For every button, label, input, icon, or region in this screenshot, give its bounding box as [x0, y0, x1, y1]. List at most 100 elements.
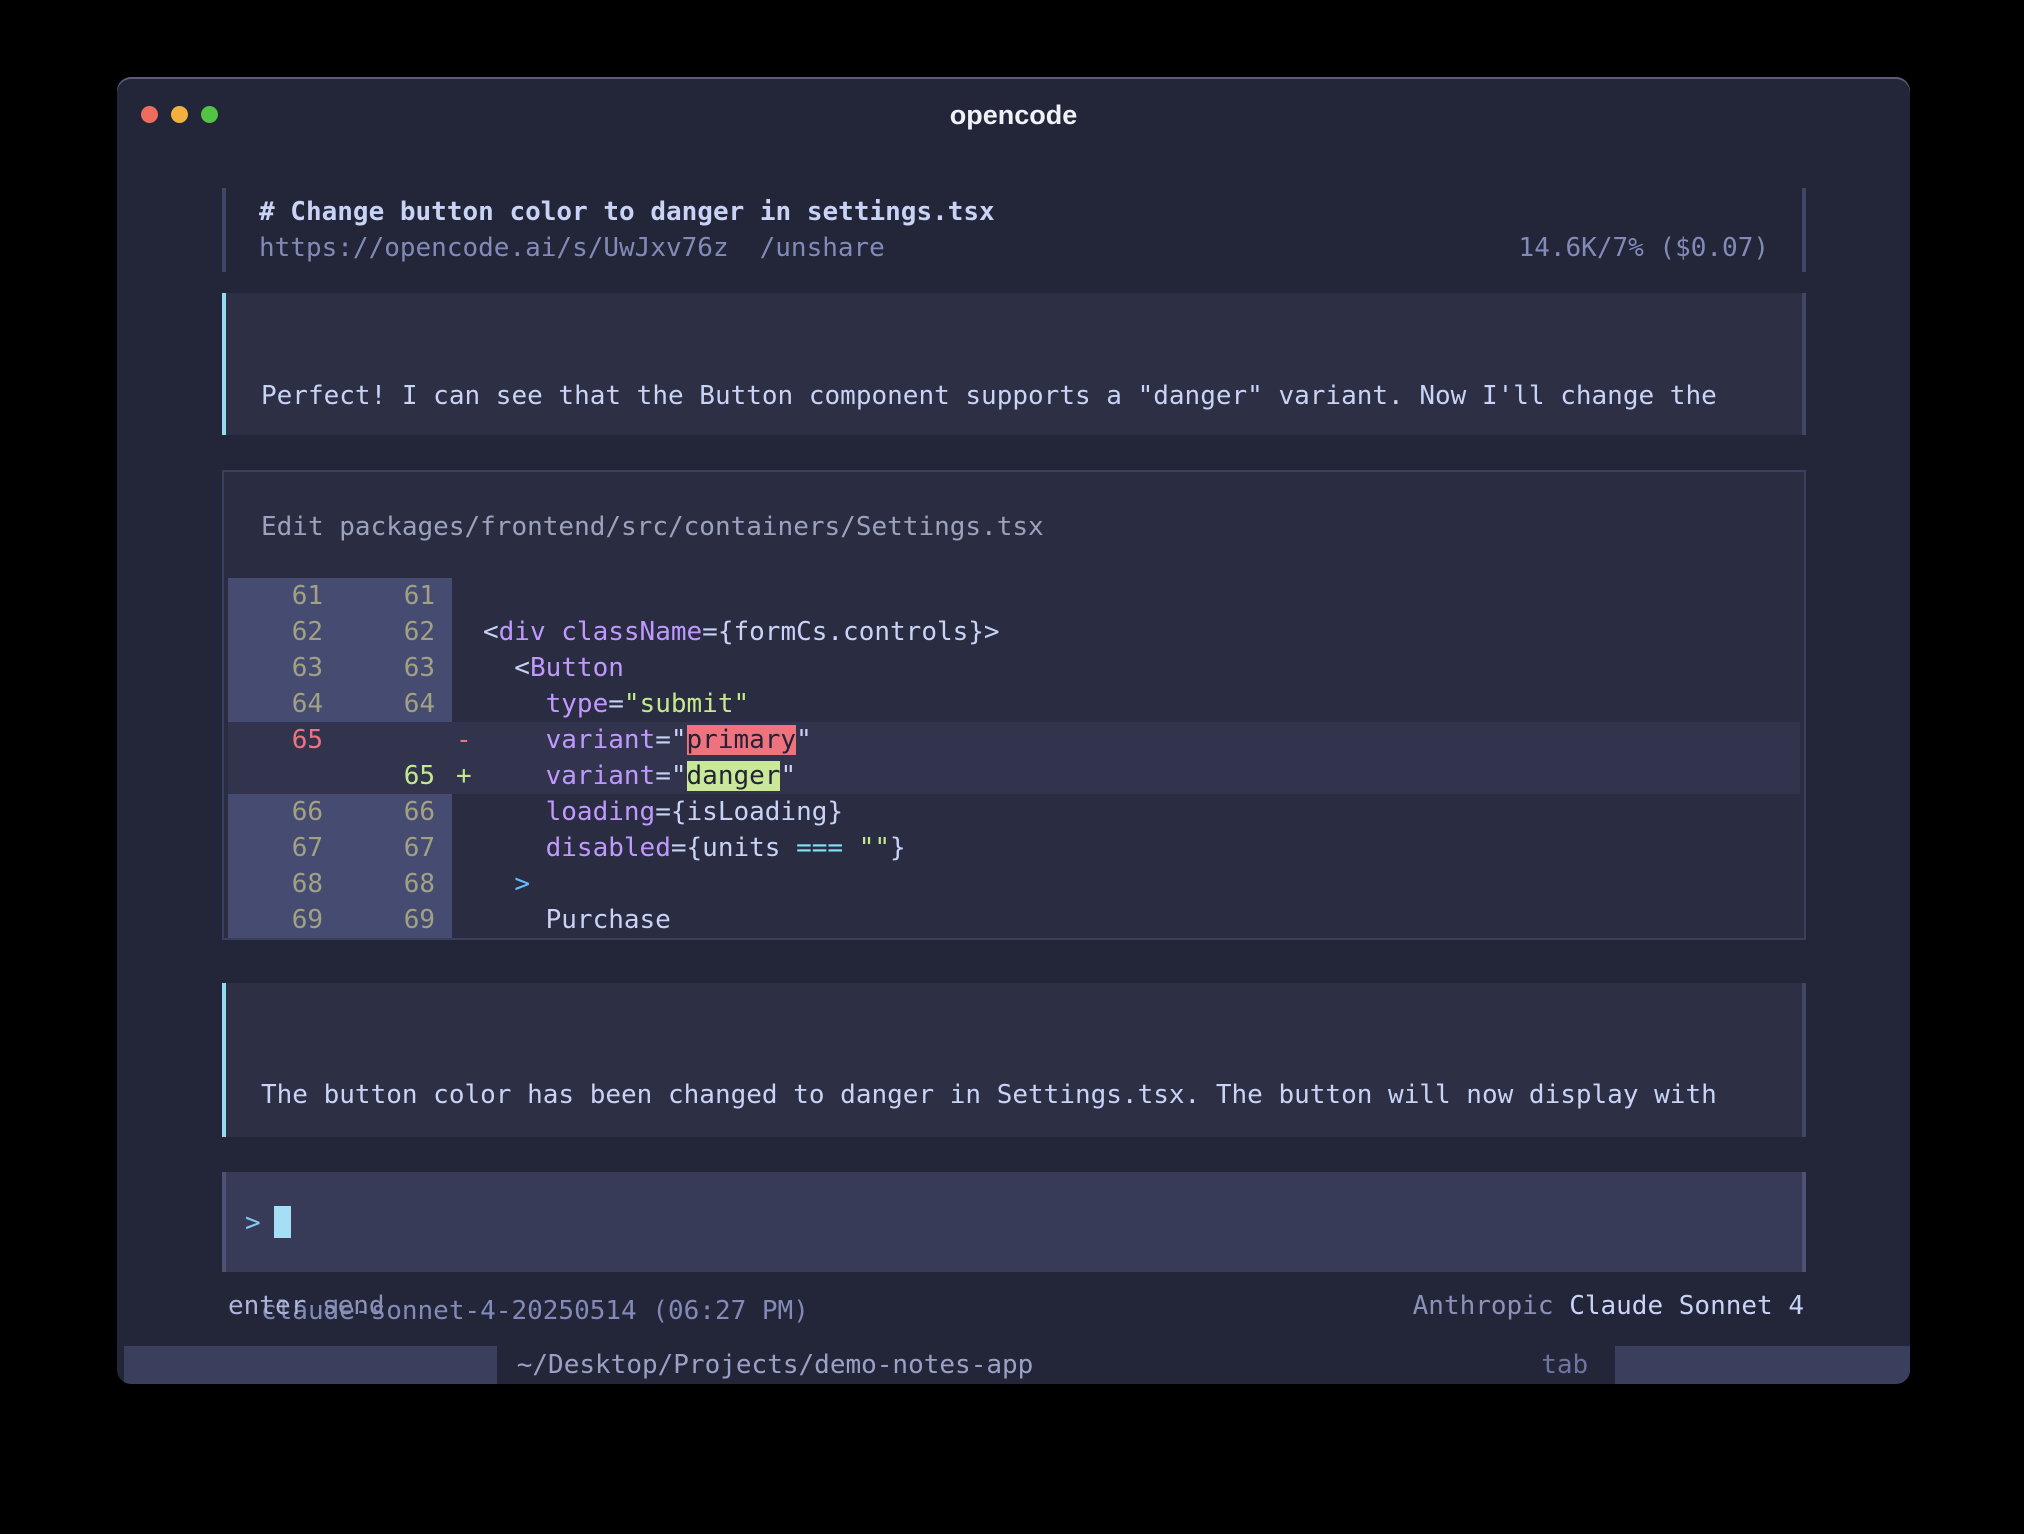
diff-code-line: type="submit"	[483, 686, 1800, 722]
diff-change-marker: +	[452, 758, 483, 794]
code-token: variant	[546, 761, 656, 791]
code-token: ""	[859, 833, 890, 863]
diff-row: 6868 >	[228, 866, 1800, 902]
code-token	[546, 617, 562, 647]
diff-old-lineno: 64	[228, 686, 340, 722]
token-cost-stats: 14.6K/7% ($0.07)	[1519, 230, 1769, 266]
enter-key-hint: enter	[228, 1291, 306, 1321]
diff-code-line: loading={isLoading}	[483, 794, 1800, 830]
diff-code-line	[483, 578, 1800, 614]
code-token: variant	[546, 725, 656, 755]
diff-view: 61616262<div className={formCs.controls}…	[228, 578, 1800, 938]
diff-change-marker	[452, 614, 483, 650]
diff-change-marker	[452, 650, 483, 686]
session-subheader: https://opencode.ai/s/UwJxv76z /unshare …	[259, 230, 1769, 266]
diff-new-lineno	[340, 722, 452, 758]
diff-new-lineno: 67	[340, 830, 452, 866]
code-token	[483, 797, 546, 827]
code-token: ="	[655, 761, 686, 791]
code-token: div	[499, 617, 546, 647]
edit-tool-card: Edit packages/frontend/src/containers/Se…	[222, 470, 1806, 940]
diff-change-marker	[452, 578, 483, 614]
titlebar: opencode	[117, 77, 1910, 135]
tab-key-hint[interactable]: tab	[1541, 1346, 1588, 1384]
edit-tool-title: Edit packages/frontend/src/containers/Se…	[261, 509, 1804, 545]
diff-old-lineno: 68	[228, 866, 340, 902]
unshare-command[interactable]: /unshare	[760, 230, 885, 266]
send-hint: enter send	[228, 1288, 385, 1324]
code-token: "submit"	[624, 689, 749, 719]
diff-code-line: variant="danger"	[483, 758, 1800, 794]
status-bar: opencodev0.3.11 ~/Desktop/Projects/demo-…	[117, 1346, 1910, 1384]
app-version-chip: opencodev0.3.11	[124, 1346, 497, 1384]
diff-old-lineno: 63	[228, 650, 340, 686]
code-token: <	[483, 653, 530, 683]
code-token: "	[796, 725, 812, 755]
diff-new-lineno: 63	[340, 650, 452, 686]
diff-row: 6363 <Button	[228, 650, 1800, 686]
diff-old-lineno: 69	[228, 902, 340, 938]
code-token: ="	[655, 725, 686, 755]
diff-new-lineno: 66	[340, 794, 452, 830]
code-token: Purchase	[483, 905, 671, 935]
mode-chip[interactable]: BUILDMODE	[1615, 1346, 1910, 1384]
diff-code-line: <div className={formCs.controls}>	[483, 614, 1800, 650]
provider-name: Anthropic	[1413, 1291, 1554, 1321]
code-token	[483, 833, 546, 863]
code-token: disabled	[546, 833, 671, 863]
code-token: className	[561, 617, 702, 647]
diff-old-lineno: 67	[228, 830, 340, 866]
diff-change-marker	[452, 902, 483, 938]
diff-code-line: Purchase	[483, 902, 1800, 938]
code-token	[483, 725, 546, 755]
code-token: loading	[546, 797, 656, 827]
diff-old-lineno: 66	[228, 794, 340, 830]
code-token: "	[780, 761, 796, 791]
prompt-input[interactable]: >	[222, 1172, 1806, 1272]
diff-row: 6464 type="submit"	[228, 686, 1800, 722]
diff-code-line: disabled={units === ""}	[483, 830, 1800, 866]
diff-change-marker	[452, 686, 483, 722]
diff-change-marker	[452, 866, 483, 902]
diff-new-lineno: 68	[340, 866, 452, 902]
diff-old-lineno	[228, 758, 340, 794]
code-token	[843, 833, 859, 863]
code-token: ={isLoading}	[655, 797, 843, 827]
code-token: ===	[796, 833, 843, 863]
diff-change-marker	[452, 794, 483, 830]
code-token: danger	[687, 761, 781, 791]
prompt-chevron: >	[245, 1208, 261, 1238]
statusbar-spacer	[1033, 1346, 1541, 1384]
diff-row: 65 - variant="primary"	[228, 722, 1800, 758]
code-token: primary	[687, 725, 797, 755]
diff-row: 6969 Purchase	[228, 902, 1800, 938]
code-token	[483, 869, 514, 899]
diff-old-lineno: 65	[228, 722, 340, 758]
diff-row: 6767 disabled={units === ""}	[228, 830, 1800, 866]
diff-old-lineno: 61	[228, 578, 340, 614]
diff-new-lineno: 62	[340, 614, 452, 650]
model-name: Claude Sonnet 4	[1569, 1291, 1804, 1321]
app-window: opencode # Change button color to danger…	[117, 77, 1910, 1384]
code-token: <	[483, 617, 499, 647]
code-token	[483, 761, 546, 791]
code-token: type	[546, 689, 609, 719]
diff-new-lineno: 61	[340, 578, 452, 614]
hint-row: enter send Anthropic Claude Sonnet 4	[228, 1288, 1804, 1324]
code-token: ={units	[671, 833, 796, 863]
code-token: >	[514, 869, 530, 899]
share-url-link[interactable]: https://opencode.ai/s/UwJxv76z	[259, 230, 729, 266]
message-text-line: The button color has been changed to dan…	[261, 1077, 1802, 1113]
assistant-message: Perfect! I can see that the Button compo…	[222, 293, 1806, 435]
text-cursor	[274, 1206, 291, 1238]
diff-old-lineno: 62	[228, 614, 340, 650]
code-token: ={formCs.controls}>	[702, 617, 999, 647]
diff-change-marker: -	[452, 722, 483, 758]
diff-row: 6161	[228, 578, 1800, 614]
diff-new-lineno: 69	[340, 902, 452, 938]
diff-code-line: <Button	[483, 650, 1800, 686]
session-header: # Change button color to danger in setti…	[222, 188, 1806, 272]
code-token	[483, 689, 546, 719]
diff-code-line: >	[483, 866, 1800, 902]
diff-new-lineno: 65	[340, 758, 452, 794]
